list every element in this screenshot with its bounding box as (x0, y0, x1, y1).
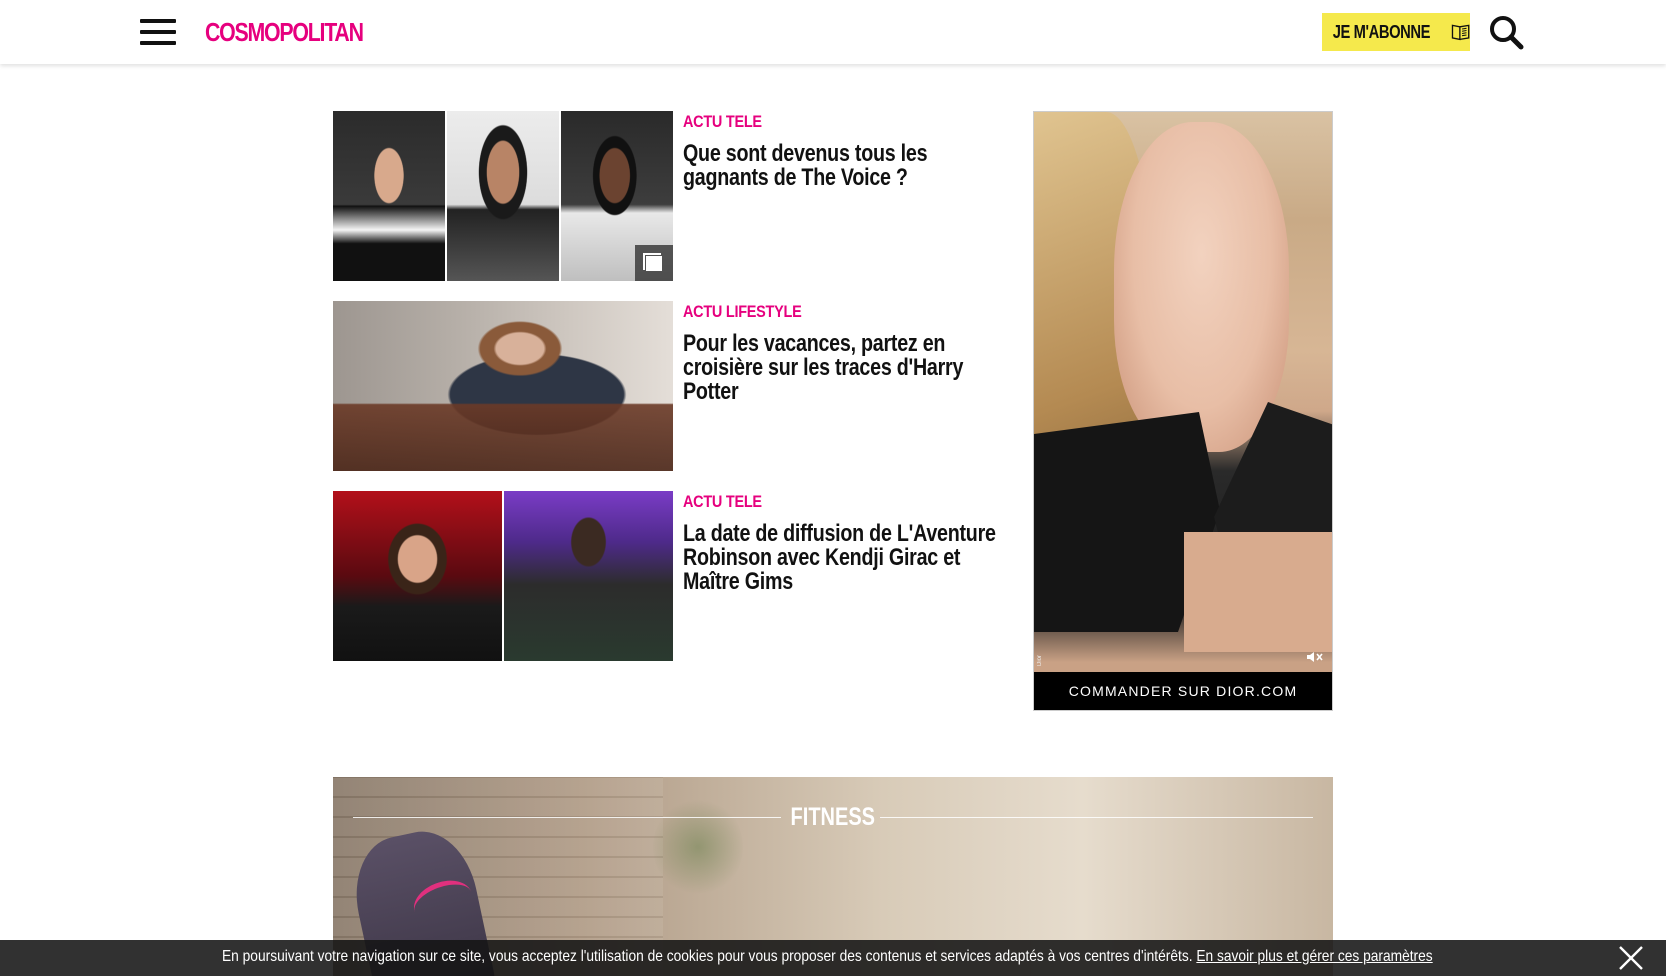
search-icon[interactable] (1488, 14, 1524, 50)
photo-portrait (447, 111, 559, 281)
photo-portrait (561, 111, 673, 281)
article-category[interactable]: ACTU LIFESTYLE (683, 302, 802, 322)
ad-image (1184, 532, 1332, 652)
ad-cta-button[interactable]: COMMANDER SUR DIOR.COM (1034, 672, 1332, 710)
subscribe-label: JE M'ABONNE (1332, 21, 1431, 42)
article-category[interactable]: ACTU TELE (683, 492, 762, 512)
article-title[interactable]: Pour les vacances, partez en croisière s… (683, 332, 1011, 404)
photo-scene (333, 301, 673, 471)
cookie-settings-link[interactable]: En savoir plus et gérer ces paramètres (1196, 948, 1432, 965)
site-logo[interactable]: COSMOPOLITAN (205, 17, 364, 48)
photo-portrait (333, 491, 502, 661)
close-icon[interactable] (1618, 945, 1644, 971)
mute-icon[interactable] (1306, 651, 1324, 666)
subscribe-button[interactable]: JE M'ABONNE (1322, 13, 1470, 51)
article-category[interactable]: ACTU TELE (683, 112, 762, 132)
article-title[interactable]: La date de diffusion de L'Aventure Robin… (683, 522, 1011, 594)
site-header: COSMOPOLITAN JE M'ABONNE (0, 0, 1666, 64)
cookie-message: En poursuivant votre navigation sur ce s… (222, 948, 1193, 965)
article-thumbnail[interactable] (333, 111, 673, 281)
menu-icon[interactable] (140, 19, 176, 45)
article-card[interactable]: ACTU LIFESTYLE Pour les vacances, partez… (333, 301, 1013, 471)
ad-brand-label: Dior (1037, 654, 1043, 666)
photo-portrait (333, 111, 445, 281)
cookie-banner: En poursuivant votre navigation sur ce s… (0, 940, 1666, 976)
gallery-icon (635, 245, 673, 281)
article-title[interactable]: Que sont devenus tous les gagnants de Th… (683, 142, 1011, 190)
advertisement[interactable]: Dior COMMANDER SUR DIOR.COM (1033, 111, 1333, 711)
ad-image (1114, 122, 1289, 452)
photo-portrait (504, 491, 673, 661)
article-thumbnail[interactable] (333, 491, 673, 661)
article-card[interactable]: ACTU TELE Que sont devenus tous les gagn… (333, 111, 1013, 281)
section-title[interactable]: FITNESS (791, 803, 875, 832)
article-card[interactable]: ACTU TELE La date de diffusion de L'Aven… (333, 491, 1013, 661)
article-thumbnail[interactable] (333, 301, 673, 471)
magazine-icon (1451, 24, 1470, 41)
